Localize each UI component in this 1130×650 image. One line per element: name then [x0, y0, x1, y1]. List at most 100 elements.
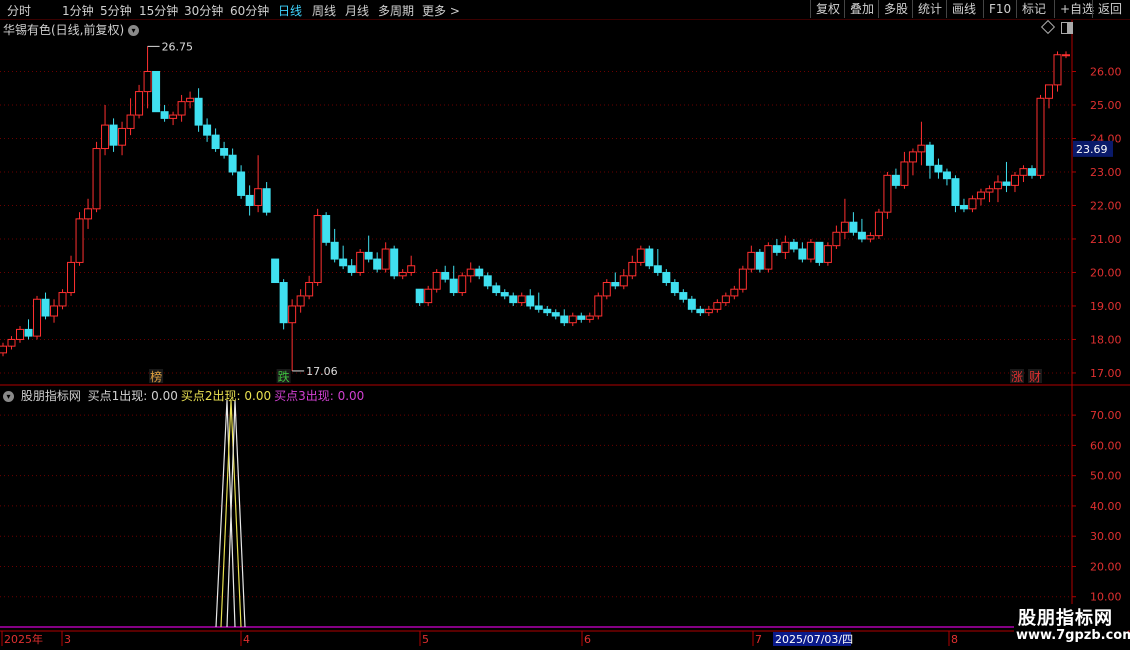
candle-body: [186, 97, 195, 103]
candle-body: [900, 161, 909, 186]
panel-toggle-icon[interactable]: [1061, 22, 1073, 34]
candle-body: [356, 251, 365, 273]
candle-body: [492, 285, 501, 294]
date-label: 6: [584, 633, 591, 646]
candle-body: [373, 258, 382, 270]
candle-body: [534, 305, 543, 310]
candle-body: [41, 298, 50, 317]
indicator-title-bar: ▾ 股朋指标网 买点1出现: 0.00 买点2出现: 0.00 买点3出现: 0.0…: [3, 387, 370, 404]
candle-body: [245, 194, 254, 206]
indicator-name: 股朋指标网: [20, 389, 81, 403]
price-tick-label: 25.00: [1090, 99, 1122, 112]
candle-body: [177, 101, 186, 116]
candle-body: [432, 271, 441, 290]
candle-body: [713, 302, 722, 310]
cursor-date-label: 2025/07/03/四: [775, 633, 853, 646]
candle-body: [466, 268, 475, 277]
candle-body: [398, 271, 407, 277]
event-marker-1: 跌: [278, 369, 290, 384]
candle-body: [568, 315, 577, 324]
candle-body: [169, 114, 178, 119]
candle-body: [662, 271, 671, 284]
candle-body: [415, 288, 424, 304]
indicator-lines: [215, 399, 246, 628]
candle-body: [551, 312, 560, 317]
candle-body: [585, 315, 594, 320]
candle-body: [500, 292, 509, 297]
date-label: 5: [422, 633, 429, 646]
candle-body: [840, 221, 849, 233]
watermark-title: 股朋指标网: [1018, 608, 1113, 629]
candle-body: [483, 275, 492, 287]
indicator-tick-label: 70.00: [1090, 409, 1122, 422]
candle-body: [1002, 181, 1011, 186]
indicator-value-3: 买点3出现: 0.00: [274, 389, 365, 403]
candle-body: [339, 258, 348, 267]
candle-body: [772, 245, 781, 253]
price-tick-label: 26.00: [1090, 65, 1122, 78]
candle-body: [951, 178, 960, 206]
candle-body: [84, 208, 93, 220]
chevron-down-icon[interactable]: ▾: [3, 391, 14, 402]
kline-chart[interactable]: 26.0025.0024.0023.0022.0021.0020.0019.00…: [0, 0, 1130, 650]
price-tick-label: 23.00: [1090, 166, 1122, 179]
price-axis: 26.0025.0024.0023.0022.0021.0020.0019.00…: [1072, 65, 1122, 380]
candle-body: [109, 124, 118, 146]
candle-body: [58, 292, 67, 307]
candle-body: [7, 338, 16, 347]
indicator-tick-label: 50.00: [1090, 470, 1122, 483]
candle-body: [993, 181, 1002, 190]
candle-body: [798, 248, 807, 260]
candle-body: [364, 251, 373, 260]
candle-body: [721, 295, 730, 304]
candle-body: [602, 282, 611, 297]
date-axis: 2025年 3 4 5 6 7 8 2025/07/03/四: [1, 631, 958, 646]
event-marker-2: 涨: [1011, 369, 1023, 384]
watermark-url: www.7gpzb.com: [1016, 628, 1130, 643]
date-label: 7: [755, 633, 762, 646]
candle-body: [381, 248, 390, 270]
price-tick-label: 19.00: [1090, 300, 1122, 313]
candle-body: [594, 295, 603, 317]
candle-body: [75, 218, 84, 263]
candle-body: [67, 261, 76, 294]
candle-body: [279, 282, 288, 324]
current-price-label: 23.69: [1076, 143, 1108, 156]
indicator-tick-label: 20.00: [1090, 560, 1122, 573]
date-label: 2025年: [4, 632, 43, 646]
candle-body: [160, 111, 169, 119]
candle-body: [1036, 97, 1045, 176]
indicator-tick-label: 10.00: [1090, 591, 1122, 604]
candle-body: [1010, 174, 1019, 186]
date-label: 8: [951, 633, 958, 646]
candle-body: [636, 248, 645, 263]
candle-body: [50, 305, 59, 317]
candle-body: [823, 245, 832, 263]
candle-body: [288, 305, 297, 324]
candle-body: [296, 295, 305, 307]
candle-body: [135, 91, 144, 116]
candle-body: [560, 315, 569, 324]
price-tick-label: 17.00: [1090, 367, 1122, 380]
candle-body: [968, 198, 977, 210]
candle-body: [755, 251, 764, 270]
candle-body: [92, 148, 101, 210]
candle-body: [322, 215, 331, 243]
candle-body: [101, 124, 110, 150]
candle-body: [262, 188, 271, 213]
candle-body: [33, 298, 42, 337]
candle-body: [857, 231, 866, 240]
candle-body: [925, 144, 934, 166]
candle-body: [849, 221, 858, 233]
candle-body: [475, 268, 484, 277]
candle-body: [619, 275, 628, 287]
candle-body: [679, 292, 688, 300]
candle-body: [747, 251, 756, 270]
grid-lines: [0, 70, 1072, 598]
watermark: 股朋指标网 www.7gpzb.com: [1014, 604, 1130, 648]
candle-body: [730, 288, 739, 297]
candle-body: [866, 235, 875, 240]
candle-body: [203, 124, 212, 136]
indicator-axis: 70.00 60.00 50.00 40.00 30.00 20.00 10.00: [1072, 409, 1122, 604]
candle-body: [441, 271, 450, 280]
